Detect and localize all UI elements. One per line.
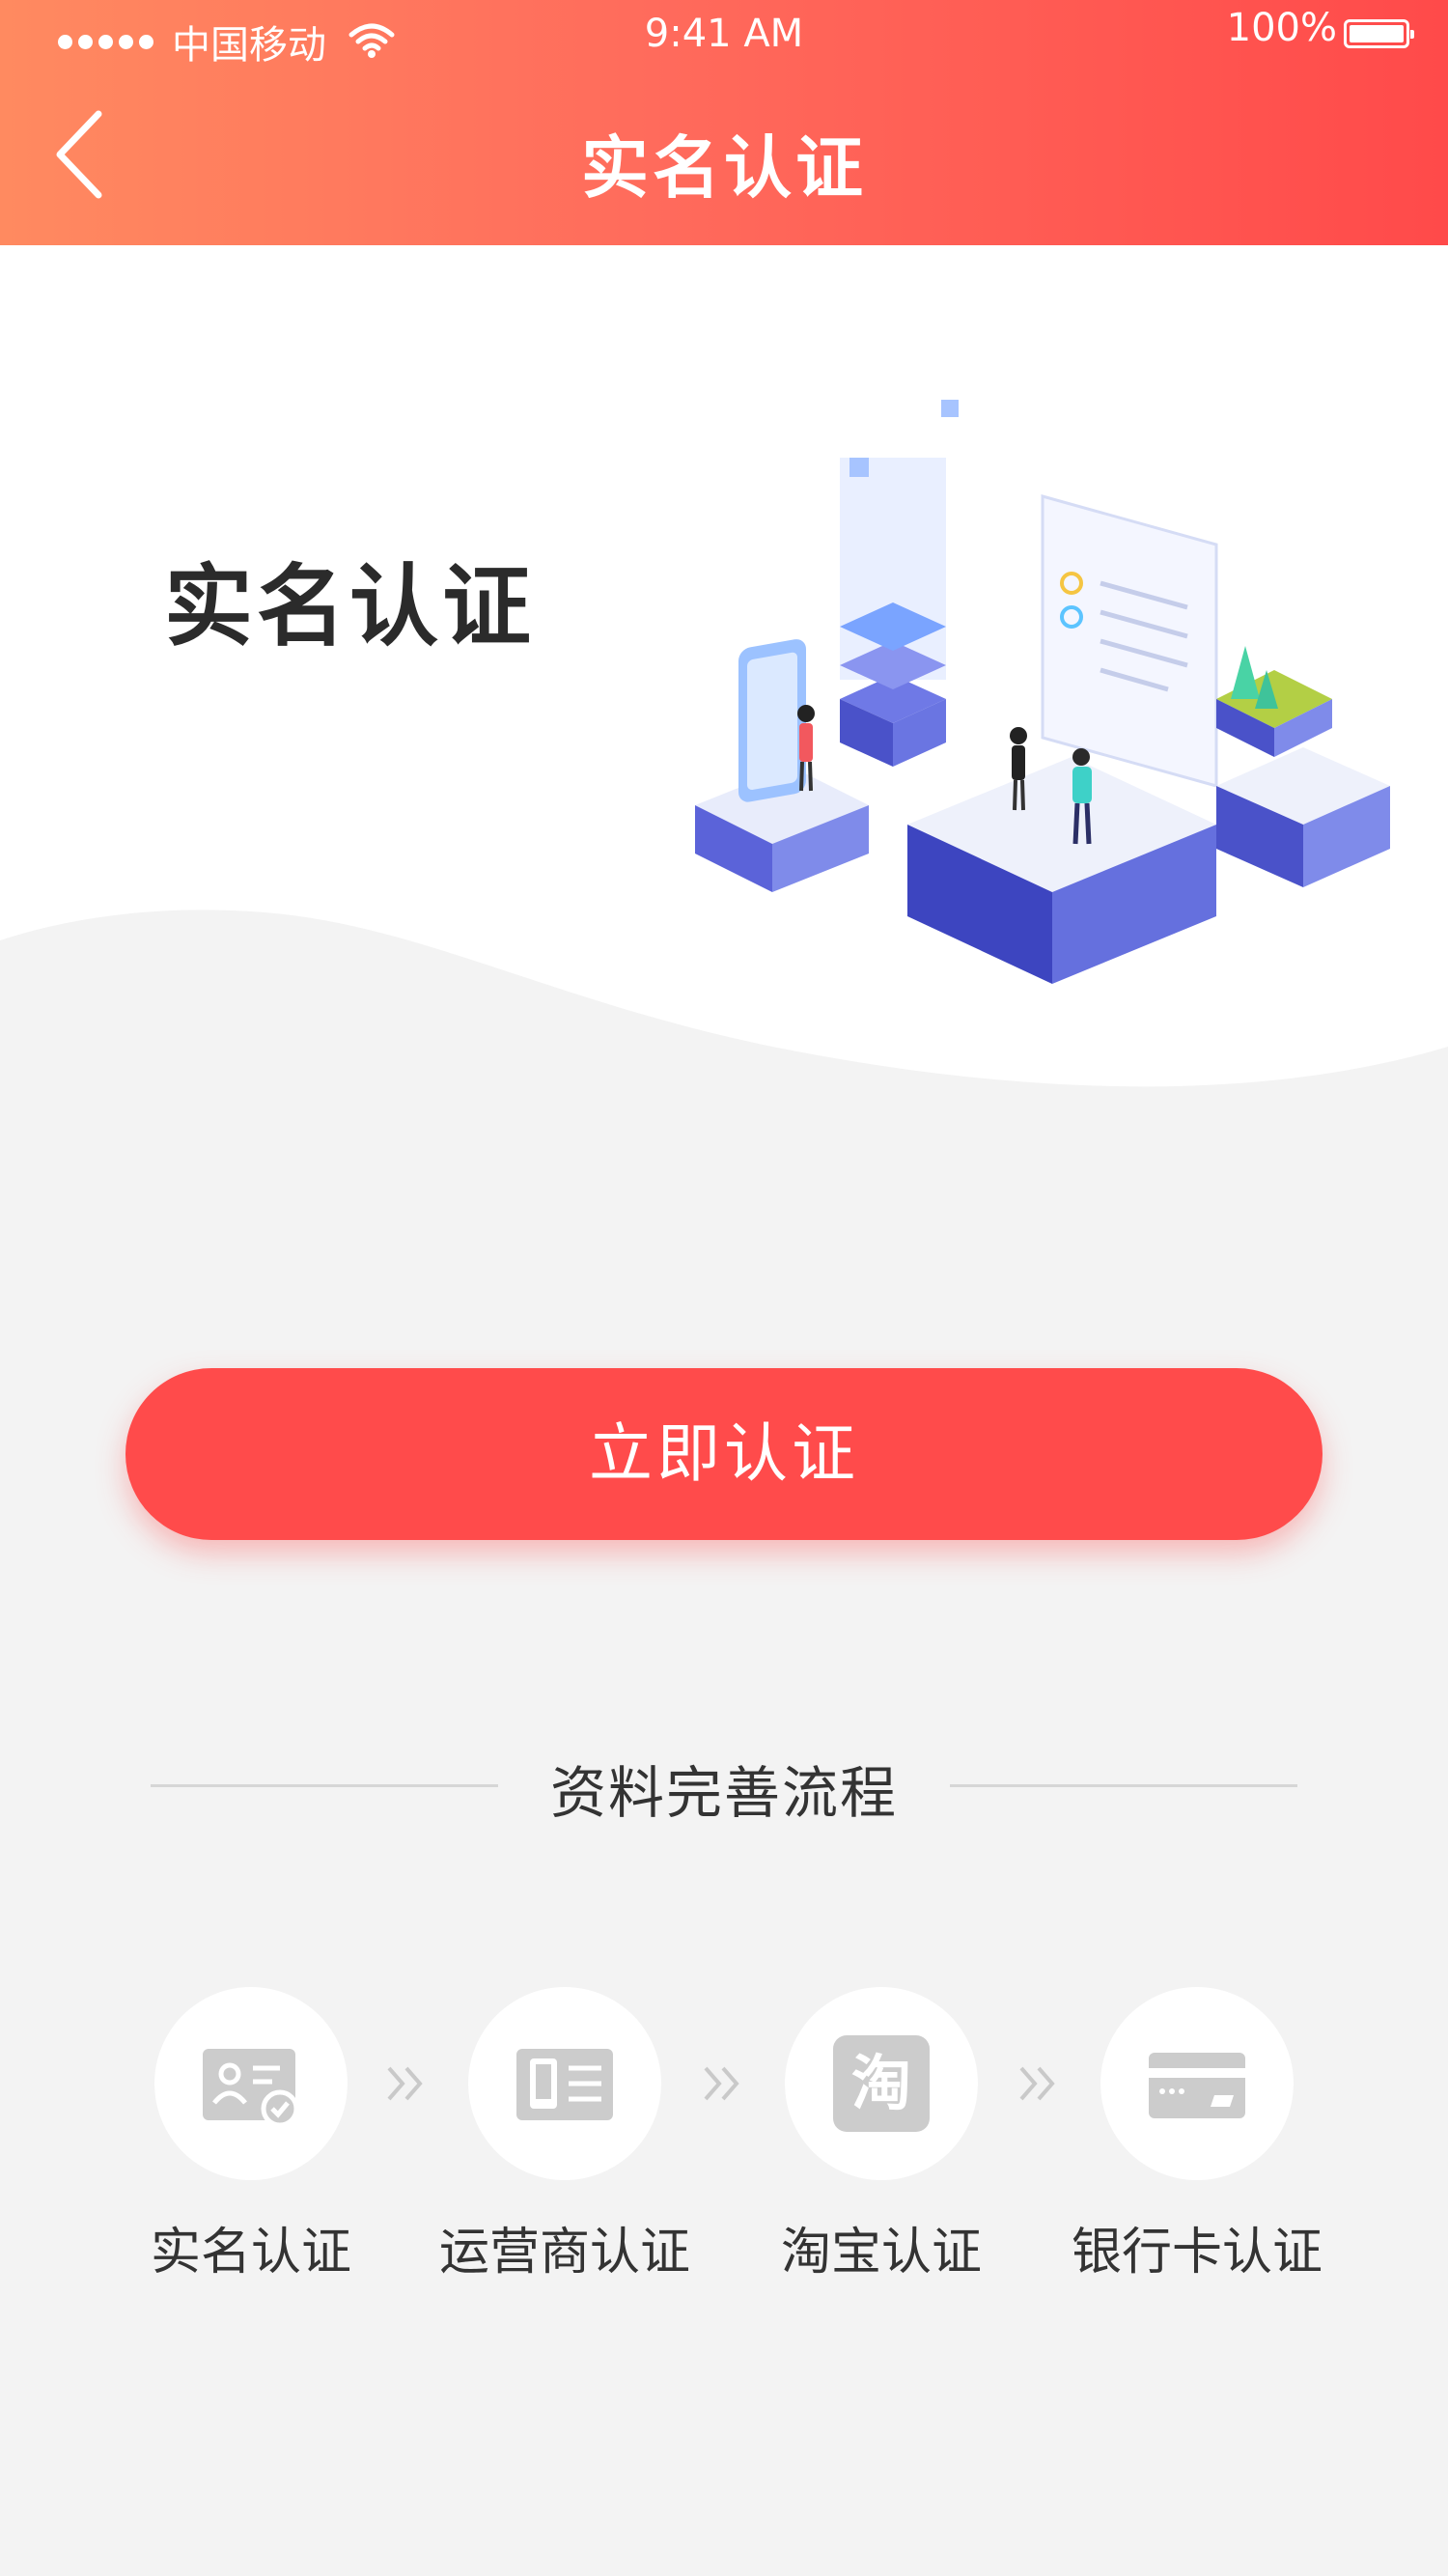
taobao-icon: 淘	[833, 2035, 930, 2132]
chevron-double-right-icon	[387, 2066, 423, 2101]
hero-title: 实名认证	[164, 555, 536, 658]
status-bar: 中国移动 9:41 AM 100%	[0, 0, 1448, 73]
battery-percent: 100%	[1226, 6, 1337, 50]
phone-card-icon	[516, 2049, 613, 2120]
step-label-bank-card: 银行卡认证	[1071, 2224, 1323, 2282]
step-carrier[interactable]	[468, 1987, 661, 2180]
isometric-verification-illustration	[695, 400, 1390, 984]
header: 中国移动 9:41 AM 100% 实名认证	[0, 0, 1448, 245]
bank-card-icon	[1149, 2053, 1245, 2118]
page-title: 实名认证	[581, 128, 867, 208]
step-label-carrier: 运营商认证	[438, 2224, 690, 2282]
verify-now-button[interactable]: 立即认证	[125, 1368, 1323, 1540]
hero-banner: 实名认证	[0, 245, 1448, 1114]
step-taobao[interactable]: 淘	[785, 1987, 978, 2180]
chevron-double-right-icon	[704, 2066, 739, 2101]
process-title: 资料完善流程	[549, 1760, 898, 1826]
step-real-name[interactable]	[154, 1987, 348, 2180]
taobao-glyph: 淘	[850, 2048, 911, 2118]
chevron-double-right-icon	[1019, 2066, 1055, 2101]
id-card-check-icon	[203, 2049, 299, 2128]
step-label-real-name: 实名认证	[150, 2224, 351, 2282]
section-divider-right	[950, 1784, 1297, 1787]
step-label-taobao: 淘宝认证	[780, 2224, 982, 2282]
step-bank-card[interactable]	[1100, 1987, 1294, 2180]
battery-icon	[1344, 19, 1414, 48]
